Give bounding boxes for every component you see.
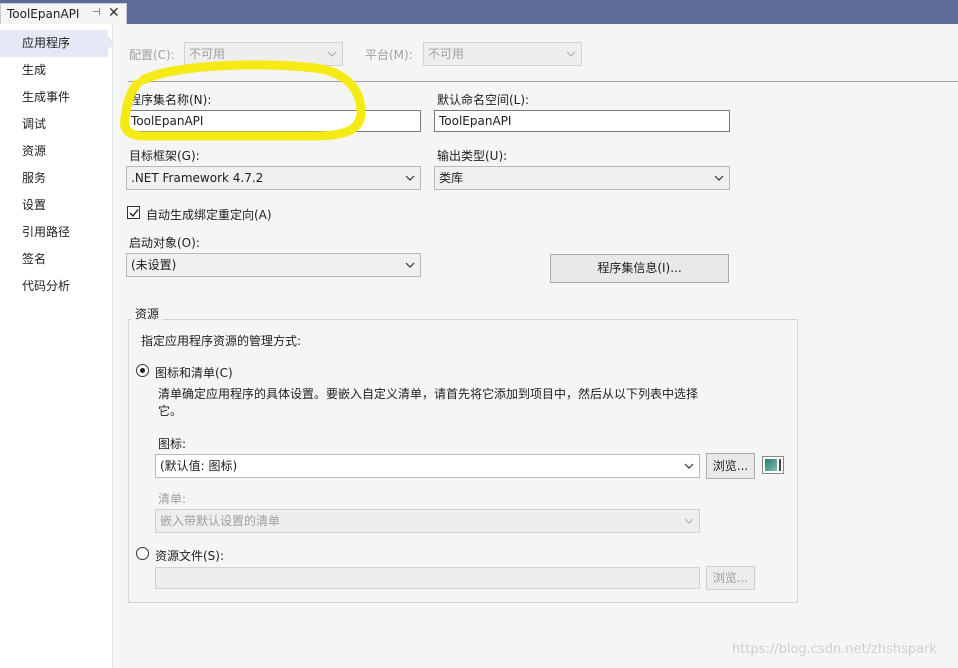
chevron-down-icon [713,167,725,189]
icon-label: 图标: [158,437,187,451]
chevron-down-icon [326,43,338,65]
config-label: 配置(C): [129,48,175,62]
output-type-dropdown[interactable]: 类库 [434,166,730,190]
sidebar-item-build[interactable]: 生成 [0,57,108,84]
icon-preview-bar [779,459,781,471]
sidebar-item-application[interactable]: 应用程序 [0,30,115,57]
resource-file-browse-button[interactable]: 浏览... [706,566,755,590]
close-icon[interactable]: ✕ [108,5,120,21]
chevron-down-icon [683,455,695,477]
auto-binding-redirect-label: 自动生成绑定重定向(A) [146,208,272,222]
config-dropdown[interactable]: 不可用 [184,42,343,66]
resource-file-radio[interactable] [136,547,149,560]
resource-file-input[interactable] [155,567,700,589]
auto-binding-redirect-checkbox[interactable] [127,206,140,219]
target-framework-dropdown[interactable]: .NET Framework 4.7.2 [126,166,421,190]
sidebar-item-settings[interactable]: 设置 [0,192,108,219]
chevron-down-icon [404,167,416,189]
startup-object-value: (未设置) [131,258,177,272]
pin-icon[interactable]: ⊣ [92,7,101,18]
output-type-label: 输出类型(U): [437,149,508,163]
assembly-info-button[interactable]: 程序集信息(I)... [550,254,729,283]
section-divider [128,81,958,82]
target-framework-label: 目标框架(G): [129,149,200,163]
chevron-down-icon [683,510,695,532]
sidebar-item-services[interactable]: 服务 [0,165,108,192]
document-tab-strip: ToolEpanAPI ⊣ ✕ [0,0,958,24]
manifest-description: 清单确定应用程序的具体设置。要嵌入自定义清单，请首先将它添加到项目中，然后从以下… [158,387,699,418]
target-framework-value: .NET Framework 4.7.2 [131,171,264,185]
startup-object-label: 启动对象(O): [129,236,200,250]
sidebar-item-code-analysis[interactable]: 代码分析 [0,273,108,300]
default-namespace-label: 默认命名空间(L): [437,93,530,107]
chevron-down-icon [565,43,577,65]
icon-preview [762,456,784,474]
assembly-name-input[interactable]: ToolEpanAPI [126,110,421,132]
manifest-value: 嵌入带默认设置的清单 [160,514,281,528]
sidebar-item-build-events[interactable]: 生成事件 [0,84,108,111]
default-namespace-input[interactable]: ToolEpanAPI [434,110,730,132]
manifest-label: 清单: [158,492,187,506]
sidebar-item-signing[interactable]: 签名 [0,246,108,273]
startup-object-dropdown[interactable]: (未设置) [126,253,421,277]
output-type-value: 类库 [439,171,464,185]
icon-browse-button[interactable]: 浏览... [706,453,755,479]
icon-value: (默认值: 图标) [160,459,238,473]
document-tab-tooleppanapi[interactable]: ToolEpanAPI ⊣ ✕ [0,3,127,24]
platform-dropdown[interactable]: 不可用 [423,42,582,66]
watermark: https://blog.csdn.net/zhshspark [732,642,937,657]
resources-instruction: 指定应用程序资源的管理方式: [141,334,302,348]
document-tab-title: ToolEpanAPI [7,7,80,21]
application-settings-panel: 配置(C): 不可用 平台(M): 不可用 程序集名称(N): ToolEpan… [114,24,958,668]
config-value: 不可用 [189,47,226,61]
radio-selected-dot [140,368,145,373]
icon-manifest-radio-label: 图标和清单(C) [155,366,233,380]
checkmark-icon [129,209,139,218]
platform-label: 平台(M): [365,48,413,62]
property-page-sidebar: 应用程序 生成 生成事件 调试 资源 服务 设置 引用路径 签名 代码分析 [0,24,115,668]
icon-dropdown[interactable]: (默认值: 图标) [155,454,700,478]
sidebar-item-resources[interactable]: 资源 [0,138,108,165]
sidebar-item-debug[interactable]: 调试 [0,111,108,138]
resource-file-radio-label: 资源文件(S): [155,549,225,563]
application-icon [765,459,777,471]
assembly-name-label: 程序集名称(N): [129,93,212,107]
manifest-dropdown[interactable]: 嵌入带默认设置的清单 [155,509,700,533]
chevron-down-icon [404,254,416,276]
resources-group-title: 资源 [132,305,163,322]
icon-manifest-radio[interactable] [136,364,149,377]
sidebar-item-reference-paths[interactable]: 引用路径 [0,219,108,246]
platform-value: 不可用 [428,47,465,61]
